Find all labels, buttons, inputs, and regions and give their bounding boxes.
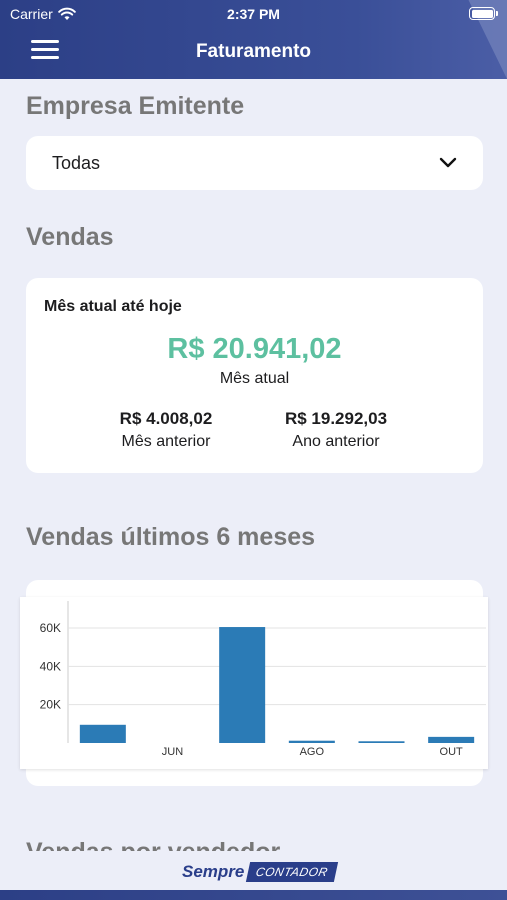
y-tick-label: 20K [40,698,61,712]
bar-out [428,736,475,743]
sales-chart: 20K 40K 60K JUN AGO OUT [20,597,488,769]
brand-logo-primary: Sempre [182,862,245,881]
bar-jul [219,627,266,743]
page-title: Faturamento [195,41,312,62]
previous-year-value: R$ 19.292,03 [284,409,388,428]
y-tick-label: 60K [40,621,61,635]
x-tick-label: AGO [300,746,325,758]
battery-icon [469,7,498,20]
y-tick-label: 40K [40,659,61,673]
bar-mai [79,724,126,743]
previous-year-label: Ano anterior [292,433,380,450]
chart-section-title: Vendas últimos 6 meses [26,523,316,551]
x-tick-label: JUN [162,746,183,758]
status-time: 2:37 PM [227,6,280,22]
app-header: Carrier 2:37 PM Faturamento [0,0,507,79]
current-month-label: Mês atual [219,370,290,387]
sales-chart-svg: 20K 40K 60K JUN AGO OUT [40,601,486,758]
brand-logo-secondary: CONTADOR [246,862,339,882]
status-bar: Carrier 2:37 PM [0,0,507,28]
brand-logo: Sempre CONTADOR [182,862,339,882]
footer-bar [0,890,507,900]
x-tick-label: OUT [440,746,464,758]
current-month-value: R$ 20.941,02 [167,333,342,365]
issuer-section-title: Empresa Emitente [26,92,245,120]
sales-card-title: Mês atual até hoje [44,298,182,315]
chevron-down-icon [439,157,457,168]
bar-set [358,741,405,743]
sales-section-title: Vendas [26,223,114,251]
previous-month-label: Mês anterior [121,433,211,450]
issuer-select-value: Todas [52,152,101,173]
previous-year-block: R$ 19.292,03 Ano anterior [256,409,416,451]
sales-summary-card: Mês atual até hoje R$ 20.941,02 Mês atua… [26,278,483,473]
previous-month-block: R$ 4.008,02 Mês anterior [86,409,246,451]
bar-ago [288,740,335,743]
issuer-select[interactable]: Todas [26,136,483,190]
previous-month-value: R$ 4.008,02 [119,409,213,428]
